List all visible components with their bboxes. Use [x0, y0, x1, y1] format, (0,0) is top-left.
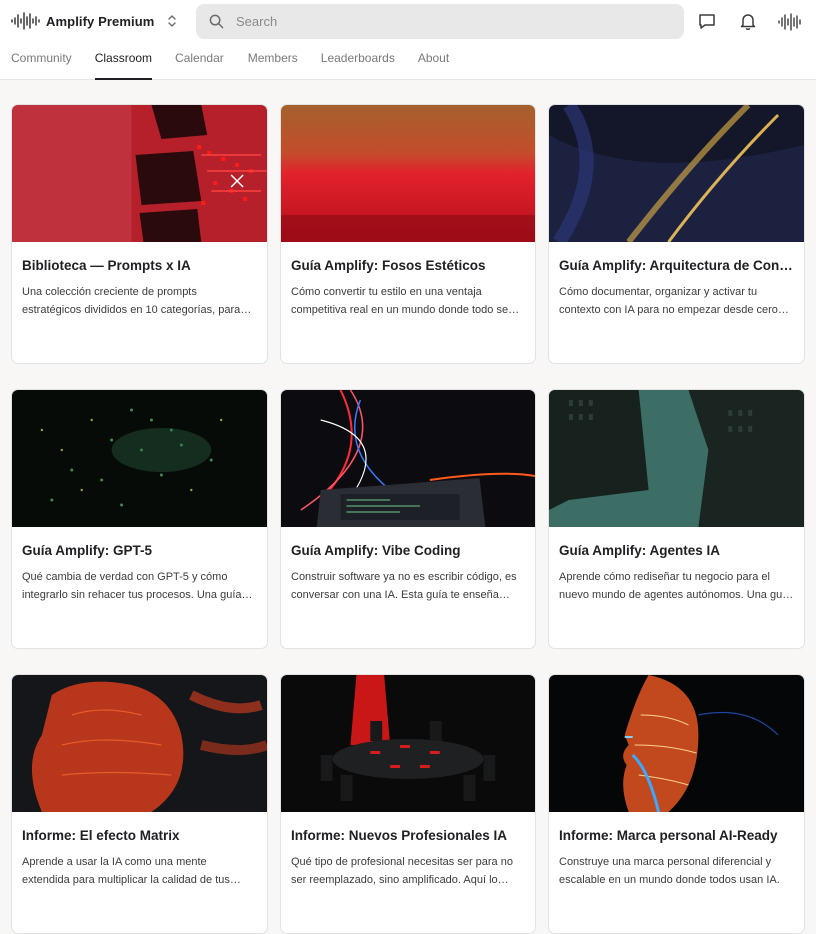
course-title: Informe: Marca personal AI-Ready: [559, 828, 778, 843]
tab-community[interactable]: Community: [11, 44, 72, 79]
course-description: Construir software ya no es escribir cód…: [291, 571, 517, 601]
search-icon: [209, 14, 224, 29]
course-title: Informe: Nuevos Profesionales IA: [291, 828, 508, 843]
course-description: Construye una marca personal diferencial…: [559, 856, 780, 886]
course-card[interactable]: Informe: El efecto Matrix Aprende a usar…: [11, 674, 268, 934]
course-grid: Biblioteca — Prompts x IA Una colección …: [11, 104, 805, 934]
waveform-logo-icon: [11, 12, 40, 30]
chevron-up-down-icon: [168, 15, 176, 27]
course-title: Guía Amplify: Agentes IA: [559, 543, 721, 558]
tab-classroom[interactable]: Classroom: [94, 44, 153, 80]
tab-about[interactable]: About: [418, 44, 449, 79]
course-thumbnail: [12, 105, 267, 242]
course-card[interactable]: Guía Amplify: Vibe Coding Construir soft…: [280, 389, 536, 649]
course-title: Guía Amplify: GPT-5: [22, 543, 153, 558]
course-description: Aprende a usar la IA como una mente exte…: [22, 856, 230, 886]
course-title: Guía Amplify: Fosos Estéticos: [291, 258, 486, 273]
waveform-avatar-icon: [778, 13, 801, 31]
brand[interactable]: Amplify Premium: [10, 8, 154, 34]
tab-calendar[interactable]: Calendar: [175, 44, 224, 79]
course-title: Guía Amplify: Vibe Coding: [291, 543, 461, 558]
user-avatar[interactable]: [776, 8, 804, 36]
tab-members[interactable]: Members: [248, 44, 298, 79]
community-name: Amplify Premium: [46, 13, 155, 29]
course-card[interactable]: Informe: Marca personal AI-Ready Constru…: [548, 674, 805, 934]
course-card[interactable]: Guía Amplify: Agentes IA Aprende cómo re…: [548, 389, 805, 649]
course-thumbnail: [549, 390, 804, 527]
top-bar: Amplify Premium Search Community Classro…: [0, 0, 816, 80]
chat-button[interactable]: [696, 10, 718, 32]
course-card[interactable]: Biblioteca — Prompts x IA Una colección …: [11, 104, 268, 364]
course-thumbnail: [12, 390, 267, 527]
course-card[interactable]: Guía Amplify: GPT-5 Qué cambia de verdad…: [11, 389, 268, 649]
course-description: Cómo convertir tu estilo en una ventaja …: [291, 286, 509, 316]
course-description: Una colección creciente de prompts estra…: [22, 286, 241, 316]
course-card[interactable]: Guía Amplify: Fosos Estéticos Cómo conve…: [280, 104, 536, 364]
course-description: Qué cambia de verdad con GPT-5 y cómo in…: [22, 571, 242, 601]
section-tabs: Community Classroom Calendar Members Lea…: [0, 44, 449, 80]
search-bar[interactable]: [196, 4, 684, 39]
course-title: Guía Amplify: Arquitectura de Contexto: [559, 258, 794, 273]
course-title: Informe: El efecto Matrix: [22, 828, 180, 843]
course-description: Qué tipo de profesional necesitas ser pa…: [291, 856, 513, 886]
notifications-button[interactable]: [737, 10, 759, 32]
bell-icon: [740, 14, 756, 31]
community-switcher-button[interactable]: [164, 12, 180, 30]
course-thumbnail: [281, 390, 535, 527]
course-thumbnail: [549, 675, 804, 812]
tab-leaderboards[interactable]: Leaderboards: [321, 44, 395, 79]
course-description: Cómo documentar, organizar y activar tu …: [559, 286, 778, 316]
course-thumbnail: [549, 105, 804, 242]
course-thumbnail: [281, 105, 535, 242]
chat-bubble-icon: [699, 14, 715, 29]
course-title: Biblioteca — Prompts x IA: [22, 258, 191, 273]
course-description: Aprende cómo rediseñar tu negocio para e…: [559, 571, 792, 601]
course-thumbnail: [12, 675, 267, 812]
course-card[interactable]: Guía Amplify: Arquitectura de Contexto C…: [548, 104, 805, 364]
course-thumbnail: [281, 675, 535, 812]
search-input[interactable]: [236, 14, 656, 29]
course-card[interactable]: Informe: Nuevos Profesionales IA Qué tip…: [280, 674, 536, 934]
